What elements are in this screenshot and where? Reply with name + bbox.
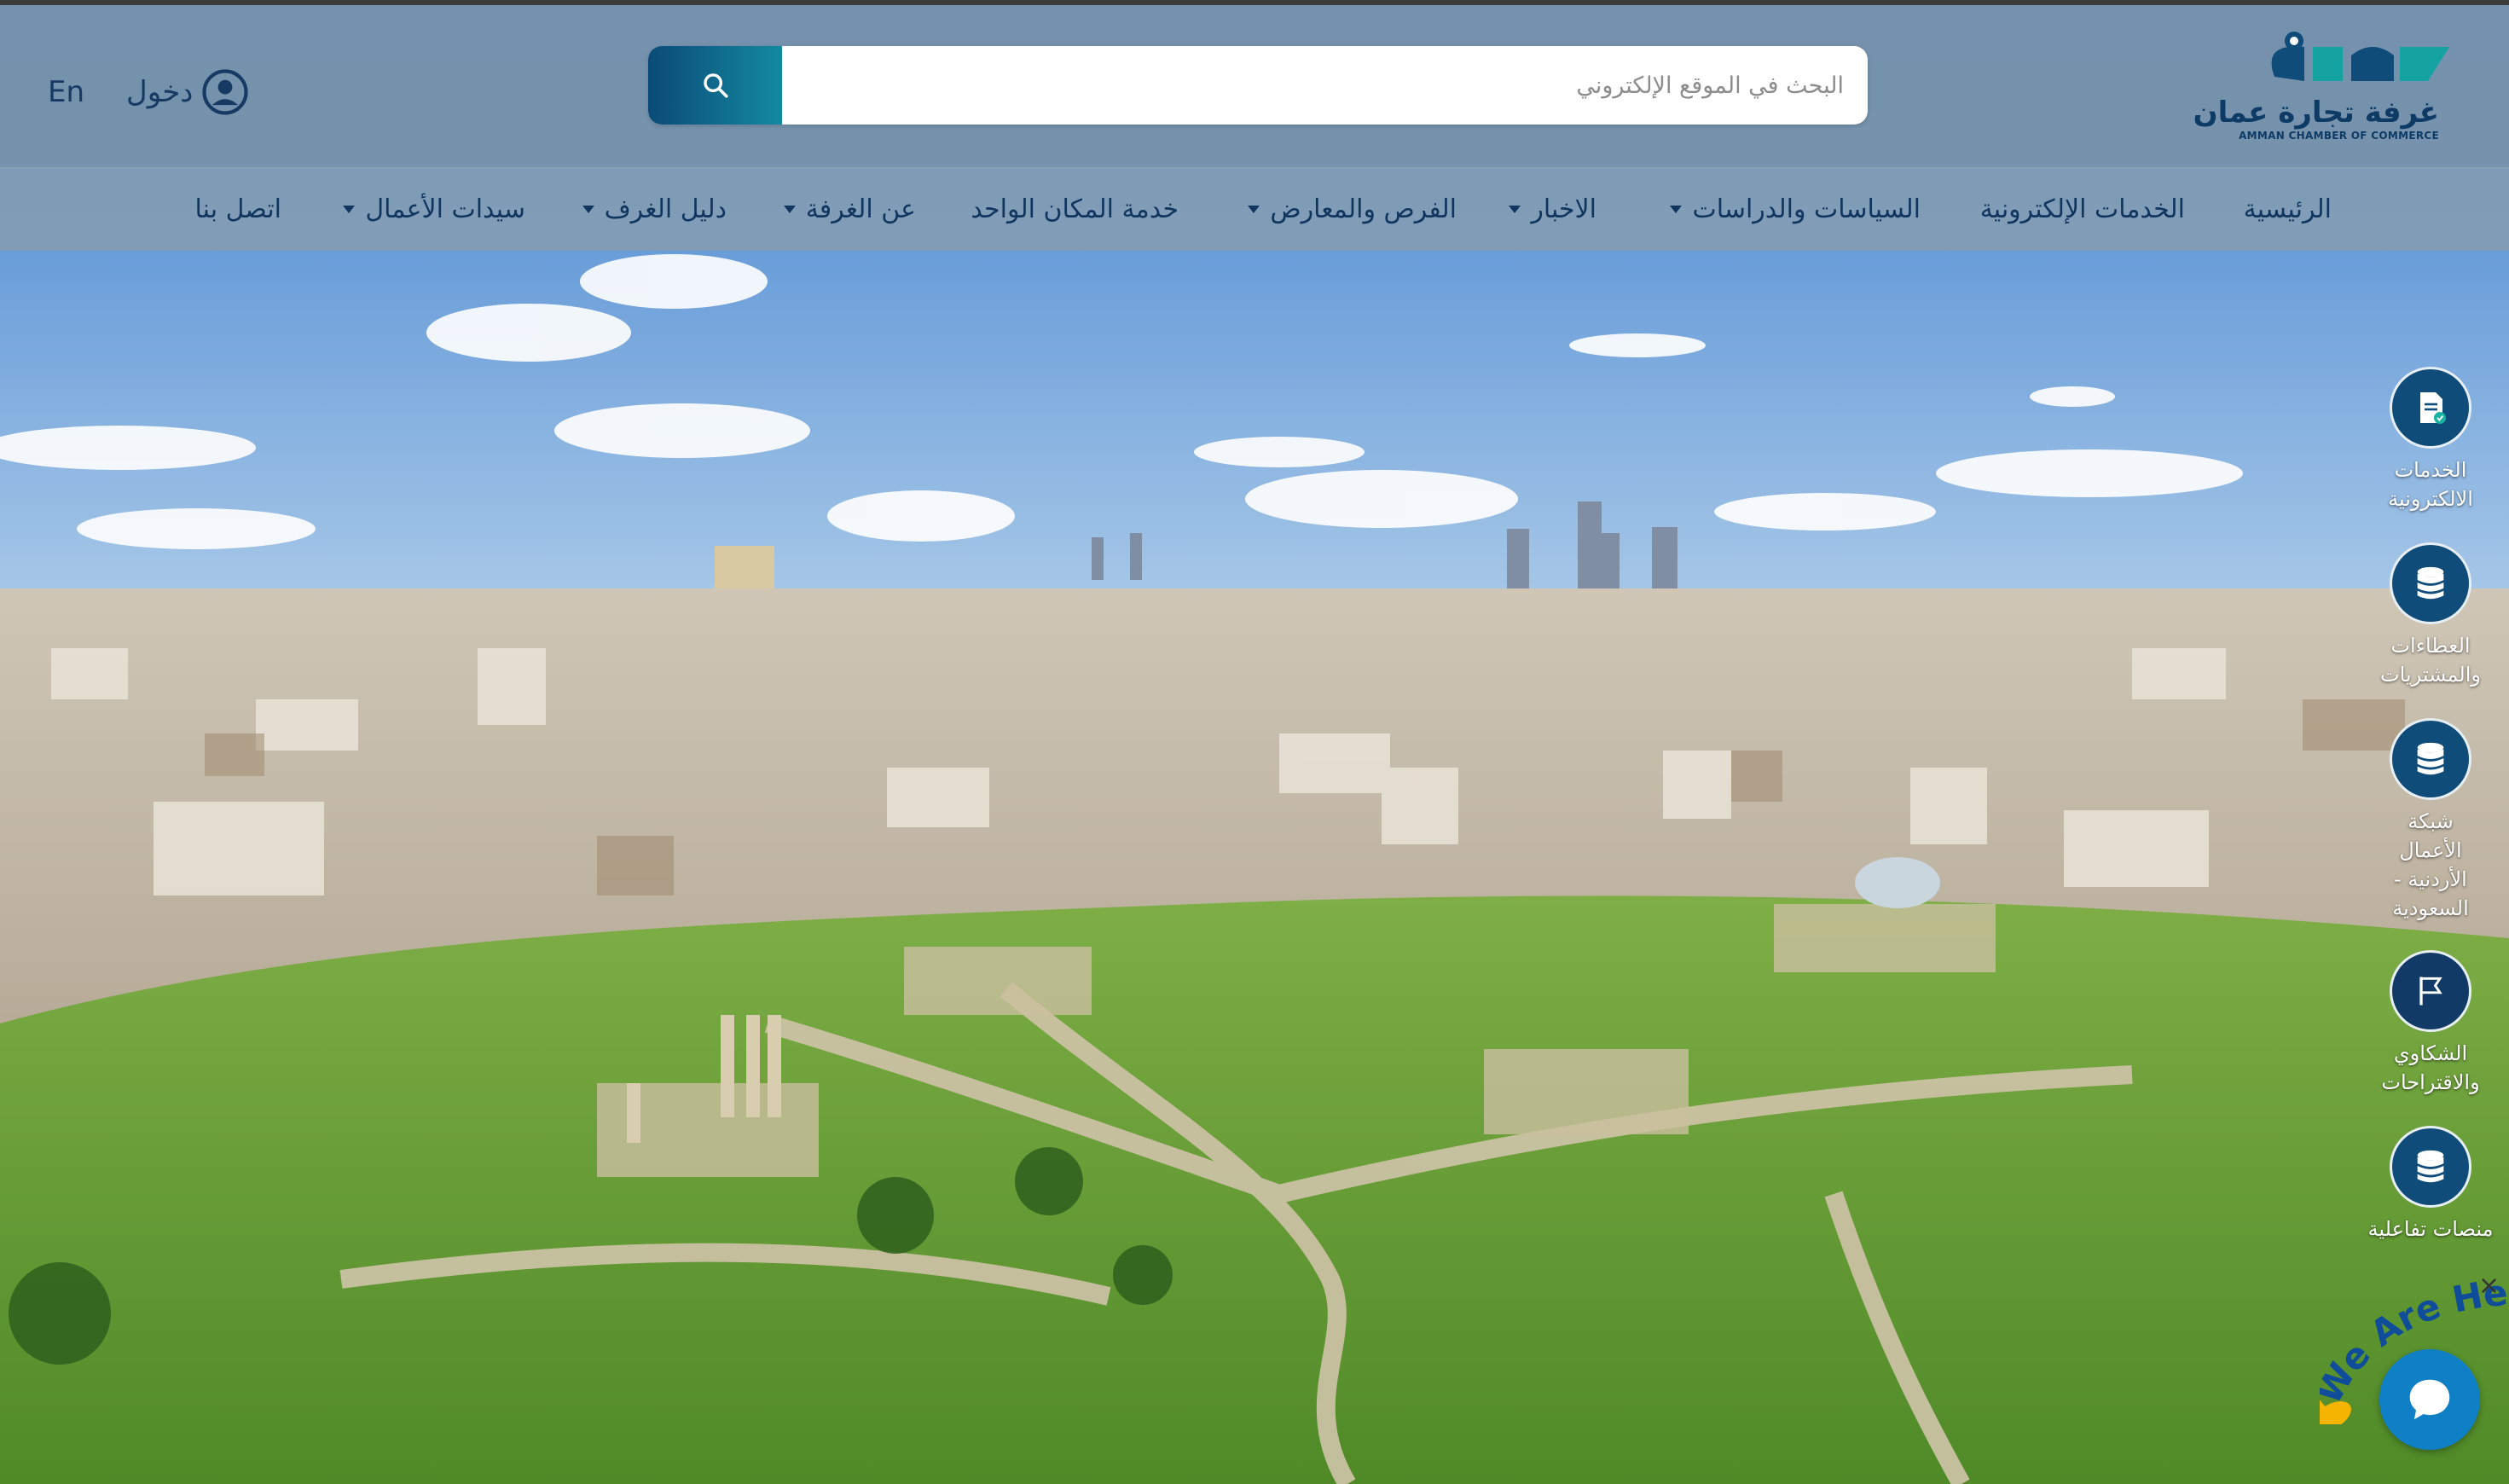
document-check-icon (2420, 392, 2446, 424)
quick-link-label: منصات تفاعلية (2367, 1217, 2494, 1241)
chevron-down-icon (343, 206, 356, 213)
nav-item-news[interactable]: الاخبار (1509, 194, 1596, 224)
quick-link-complaints[interactable]: الشكاوي والاقتراحات (2362, 950, 2499, 1097)
quick-link-tenders[interactable]: العطاءات والمشتريات (2362, 542, 2499, 689)
quick-link-label: شبكة الأعمال الأردنية - السعودية (2392, 809, 2469, 920)
nav-item-label: اتصل بنا (194, 194, 282, 224)
quick-link-business-network[interactable]: شبكة الأعمال الأردنية - السعودية (2362, 718, 2499, 923)
logo-name-arabic: غرفة تجارة عمان (2193, 96, 2439, 130)
nav-item-opportunities[interactable]: الفرص والمعارض (1248, 194, 1457, 224)
nav-item-contact[interactable]: اتصل بنا (195, 194, 282, 224)
search-button[interactable] (648, 46, 782, 125)
nav-item-home[interactable]: الرئيسية (2244, 194, 2332, 224)
chevron-down-icon (582, 206, 594, 213)
nav-item-about[interactable]: عن الغرفة (783, 194, 916, 224)
login-label: دخول (126, 75, 194, 109)
chat-open-button[interactable] (2379, 1349, 2480, 1450)
nav-item-label: عن الغرفة (805, 194, 916, 224)
nav-item-label: الرئيسية (2243, 194, 2332, 224)
quick-link-interactive-platforms[interactable]: منصات تفاعلية (2362, 1126, 2499, 1243)
quick-link-badge (2390, 718, 2471, 800)
chevron-down-icon (783, 206, 796, 213)
nav-item-label: السياسات والدراسات (1692, 194, 1921, 224)
quick-link-badge (2390, 950, 2471, 1032)
chevron-down-icon (1248, 206, 1260, 213)
nav-item-businesswomen[interactable]: سيدات الأعمال (343, 194, 525, 224)
nav-item-label: الخدمات الإلكترونية (1979, 194, 2185, 224)
chevron-down-icon (1670, 206, 1683, 213)
language-switch[interactable]: En (48, 75, 84, 109)
database-icon (2417, 566, 2444, 600)
chevron-down-icon (1509, 206, 1521, 213)
site-search (648, 46, 1868, 125)
nav-item-eservices[interactable]: الخدمات الإلكترونية (1980, 194, 2185, 224)
quick-link-badge (2390, 542, 2471, 624)
quick-link-label: الخدمات الالكترونية (2388, 458, 2473, 511)
nav-item-label: سيدات الأعمال (365, 194, 525, 224)
search-icon (703, 73, 728, 98)
database-icon (2417, 742, 2444, 775)
logo-name-english: AMMAN CHAMBER OF COMMERCE (2239, 130, 2439, 142)
chat-close-button[interactable]: × (2478, 1271, 2500, 1301)
logo-mark-icon (2271, 32, 2449, 81)
search-input[interactable] (782, 46, 1868, 125)
login-link[interactable]: دخول (126, 68, 249, 116)
nav-item-label: خدمة المكان الواحد (971, 194, 1179, 224)
database-icon (2417, 1150, 2444, 1183)
user-account-icon (202, 69, 249, 115)
nav-item-policies[interactable]: السياسات والدراسات (1670, 194, 1921, 224)
quick-link-badge (2390, 367, 2471, 449)
flag-icon (2419, 977, 2442, 1006)
nav-item-chambers-guide[interactable]: دليل الغرف (582, 194, 727, 224)
quick-link-label: العطاءات والمشتريات (2380, 634, 2481, 687)
quick-link-label: الشكاوي والاقتراحات (2381, 1041, 2480, 1094)
nav-item-label: دليل الغرف (604, 194, 727, 224)
nav-item-label: الاخبار (1531, 194, 1596, 224)
chat-bubble-icon (2409, 1379, 2450, 1420)
quick-link-badge (2390, 1126, 2471, 1208)
quick-link-eservices[interactable]: الخدمات الالكترونية (2362, 367, 2499, 513)
nav-item-label: الفرص والمعارض (1270, 194, 1457, 224)
nav-item-one-stop-shop[interactable]: خدمة المكان الواحد (971, 194, 1179, 224)
